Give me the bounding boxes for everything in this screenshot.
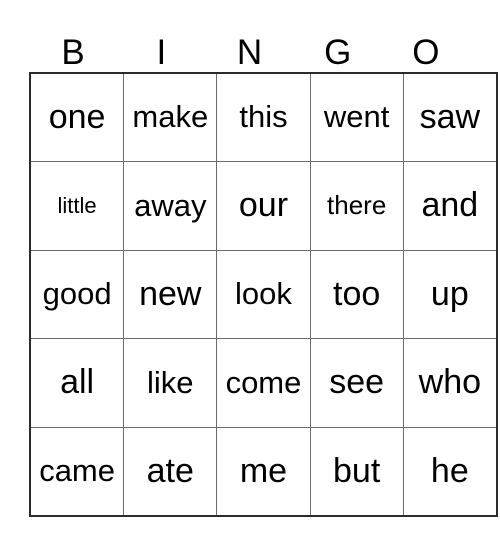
table-row: came ate me but he: [29, 426, 498, 517]
bingo-cell-word: good: [42, 276, 112, 312]
bingo-cell-word: but: [333, 451, 381, 490]
bingo-cell-i1[interactable]: make: [123, 72, 218, 163]
bingo-header-letter-g: G: [324, 33, 352, 72]
bingo-cell-b3[interactable]: good: [29, 249, 125, 340]
bingo-cell-b5[interactable]: came: [29, 426, 125, 517]
bingo-cell-i3[interactable]: new: [123, 249, 218, 340]
bingo-cell-b1[interactable]: one: [29, 72, 125, 163]
bingo-cell-i2[interactable]: away: [123, 161, 218, 251]
bingo-header-row: B I N G O: [29, 18, 470, 72]
bingo-cell-word: new: [139, 274, 202, 313]
table-row: all like come see who: [29, 338, 498, 428]
table-row: little away our there and: [29, 161, 498, 251]
bingo-cell-word: come: [225, 364, 302, 400]
bingo-card: B I N G O one make this went saw little …: [29, 18, 498, 517]
bingo-cell-n5[interactable]: me: [216, 426, 311, 517]
bingo-header-letter-b: B: [61, 33, 85, 72]
bingo-cell-i5[interactable]: ate: [123, 426, 218, 517]
bingo-cell-i4[interactable]: like: [123, 338, 218, 428]
bingo-cell-word: went: [323, 99, 390, 135]
bingo-cell-b2[interactable]: little: [29, 161, 125, 251]
bingo-cell-word: this: [239, 99, 288, 135]
bingo-cell-word: all: [60, 363, 95, 402]
bingo-cell-o3[interactable]: up: [402, 249, 498, 340]
bingo-cell-g2[interactable]: there: [309, 161, 404, 251]
bingo-cell-g3[interactable]: too: [309, 249, 404, 340]
bingo-cell-word: little: [57, 193, 97, 219]
bingo-header-letter-n: N: [236, 33, 263, 72]
bingo-cell-word: our: [238, 186, 289, 225]
bingo-cell-n2[interactable]: our: [216, 161, 311, 251]
bingo-cell-g1[interactable]: went: [309, 72, 404, 163]
bingo-cell-n1[interactable]: this: [216, 72, 311, 163]
bingo-cell-word: there: [327, 190, 387, 221]
bingo-cell-word: away: [134, 187, 207, 223]
bingo-cell-b4[interactable]: all: [29, 338, 125, 428]
bingo-cell-word: one: [48, 97, 106, 136]
bingo-header-letter-i: I: [156, 33, 167, 72]
bingo-cell-o1[interactable]: saw: [402, 72, 498, 163]
bingo-header-letter-o: O: [412, 33, 440, 72]
table-row: good new look too up: [29, 249, 498, 340]
bingo-cell-o2[interactable]: and: [402, 161, 498, 251]
bingo-cell-word: who: [418, 363, 482, 402]
bingo-cell-word: he: [430, 451, 469, 490]
bingo-cell-g4[interactable]: see: [309, 338, 404, 428]
bingo-cell-word: me: [239, 451, 288, 490]
bingo-cell-word: ate: [146, 451, 194, 490]
bingo-cell-word: up: [430, 274, 469, 313]
bingo-cell-word: like: [147, 364, 194, 400]
bingo-cell-n3[interactable]: look: [216, 249, 311, 340]
bingo-cell-o4[interactable]: who: [402, 338, 498, 428]
bingo-cell-word: saw: [419, 97, 481, 136]
bingo-cell-word: see: [329, 363, 385, 402]
bingo-cell-word: came: [39, 453, 115, 489]
bingo-cell-n4[interactable]: come: [216, 338, 311, 428]
bingo-cell-word: look: [235, 276, 292, 312]
bingo-cell-word: too: [333, 274, 381, 313]
bingo-cell-o5[interactable]: he: [402, 426, 498, 517]
bingo-cell-g5[interactable]: but: [309, 426, 404, 517]
bingo-grid: one make this went saw little away our t…: [29, 72, 498, 517]
bingo-cell-word: make: [132, 99, 209, 135]
bingo-cell-word: and: [421, 186, 479, 225]
table-row: one make this went saw: [29, 72, 498, 163]
